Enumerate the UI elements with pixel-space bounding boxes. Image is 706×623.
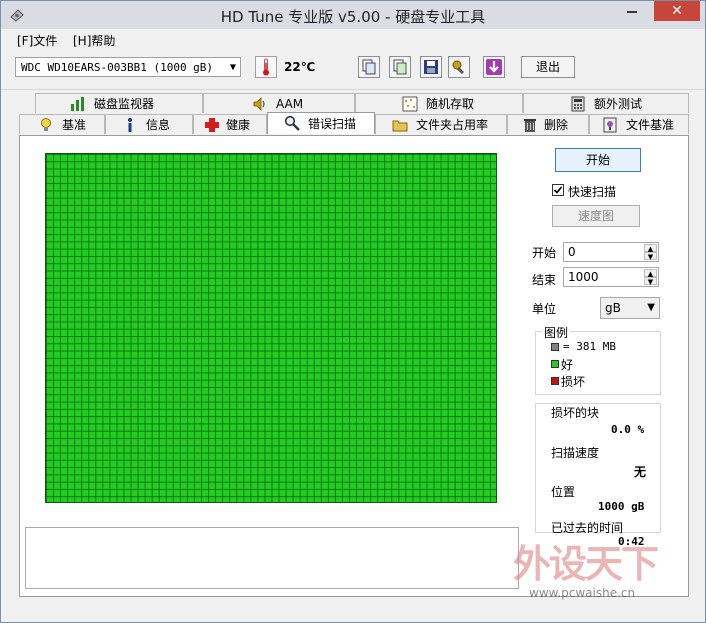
tab-disk-monitor[interactable]: 磁盘监视器 xyxy=(35,93,203,113)
legend-block-size: = 381 MB xyxy=(563,340,616,353)
legend-good-label: 好 xyxy=(561,358,574,372)
quick-scan-label[interactable]: 快速扫描 xyxy=(568,183,616,200)
end-position-input[interactable]: 1000 ▲ ▼ xyxy=(563,267,659,287)
magnifier-icon xyxy=(284,115,300,131)
tab-label: 文件夹占用率 xyxy=(416,118,489,132)
copy-image-icon xyxy=(393,59,407,75)
exit-button[interactable]: 退出 xyxy=(521,56,575,78)
chevron-down-icon: ▼ xyxy=(647,302,655,313)
tab-label: 随机存取 xyxy=(426,97,475,111)
damaged-blocks-label: 损坏的块 xyxy=(551,406,600,420)
tab-label: 健康 xyxy=(226,118,251,132)
file-benchmark-icon xyxy=(603,117,617,133)
checkmark-icon xyxy=(553,186,563,194)
quick-scan-checkbox[interactable] xyxy=(552,184,564,196)
tab-health[interactable]: 健康 xyxy=(193,114,267,134)
menu-file[interactable]: [F]文件 xyxy=(17,32,57,49)
tab-file-benchmark[interactable]: 文件基准 xyxy=(589,114,689,134)
down-arrow-icon xyxy=(486,59,502,75)
tab-label: 错误扫描 xyxy=(308,117,357,131)
spin-up-icon[interactable]: ▲ xyxy=(644,269,657,278)
scan-speed-label: 扫描速度 xyxy=(551,446,600,460)
tab-extra-tests[interactable]: 额外测试 xyxy=(523,93,689,113)
speaker-icon xyxy=(253,97,265,111)
menu-help[interactable]: [H]帮助 xyxy=(73,32,115,49)
tab-folder-usage[interactable]: 文件夹占用率 xyxy=(375,114,507,134)
end-position-value: 1000 xyxy=(568,270,599,284)
tab-label: 基准 xyxy=(62,118,87,132)
scan-log-box[interactable] xyxy=(25,527,519,589)
tab-error-scan[interactable]: 错误扫描 xyxy=(267,112,375,134)
minimize-icon xyxy=(627,11,637,13)
lightbulb-icon xyxy=(41,118,51,131)
end-position-label: 结束 xyxy=(532,273,557,287)
trash-icon xyxy=(524,119,536,132)
tab-label: 删除 xyxy=(544,118,569,132)
tab-info[interactable]: 信息 xyxy=(105,114,193,134)
scan-speed-value: 无 xyxy=(634,465,647,479)
unit-select[interactable]: gB ▼ xyxy=(600,297,660,319)
tab-random-access[interactable]: 随机存取 xyxy=(355,93,523,113)
window-title: HD Tune 专业版 v5.00 - 硬盘专业工具 xyxy=(220,8,486,26)
position-label: 位置 xyxy=(551,485,576,499)
start-position-input[interactable]: 0 ▲ ▼ xyxy=(563,242,659,262)
title-bar: HD Tune 专业版 v5.00 - 硬盘专业工具 ✕ xyxy=(1,1,705,29)
spin-down-icon[interactable]: ▼ xyxy=(644,252,657,261)
chevron-down-icon: ▼ xyxy=(229,62,236,73)
red-cross-icon xyxy=(205,118,219,132)
app-window: HD Tune 专业版 v5.00 - 硬盘专业工具 ✕ [F]文件 [H]帮助… xyxy=(0,0,706,623)
unit-select-value: gB xyxy=(605,301,621,315)
calculator-icon xyxy=(571,96,585,112)
legend-title: 图例 xyxy=(542,324,571,341)
save-button[interactable] xyxy=(420,56,442,78)
dotted-grid-icon xyxy=(402,96,418,112)
position-value: 1000 gB xyxy=(598,500,645,513)
menu-bar: [F]文件 [H]帮助 xyxy=(1,29,705,49)
damaged-blocks-value: 0.0 % xyxy=(611,423,645,436)
temperature-readout: 22℃ xyxy=(284,60,316,74)
watermark-logo: 外设天下 xyxy=(513,542,659,586)
info-icon xyxy=(128,118,132,132)
legend-block-swatch xyxy=(551,343,559,351)
tab-label: 额外测试 xyxy=(594,97,643,111)
speed-map-button[interactable]: 速度图 xyxy=(552,205,640,227)
tab-erase[interactable]: 删除 xyxy=(507,114,589,134)
close-button[interactable]: ✕ xyxy=(654,1,700,21)
start-position-value: 0 xyxy=(568,245,576,259)
download-button[interactable] xyxy=(483,56,505,78)
drive-select-value: WDC WD10EARS-003BB1 (1000 gB) xyxy=(21,61,214,74)
unit-label: 单位 xyxy=(532,302,557,316)
watermark-url: www.pcwaishe.cn xyxy=(529,586,636,600)
copy-text-button[interactable] xyxy=(358,56,380,78)
drive-select[interactable]: WDC WD10EARS-003BB1 (1000 gB) ▼ xyxy=(15,57,241,77)
wrench-gear-icon xyxy=(452,60,464,75)
start-scan-button[interactable]: 开始 xyxy=(555,148,641,172)
tab-label: 磁盘监视器 xyxy=(94,97,155,111)
start-position-label: 开始 xyxy=(532,246,557,260)
toolbar: WDC WD10EARS-003BB1 (1000 gB) ▼ 22℃ 退出 xyxy=(1,49,705,90)
floppy-disk-icon xyxy=(424,60,438,74)
legend-bad-swatch xyxy=(551,377,559,385)
legend-good-swatch xyxy=(551,360,559,368)
options-button[interactable] xyxy=(448,56,470,78)
folder-icon xyxy=(392,120,408,132)
tab-label: 信息 xyxy=(146,118,171,132)
tab-label: AAM xyxy=(276,97,304,111)
legend-bad-label: 损坏 xyxy=(561,375,586,389)
tab-aam[interactable]: AAM xyxy=(203,93,355,113)
tab-label: 文件基准 xyxy=(626,118,675,132)
thermometer-icon xyxy=(255,56,277,78)
bar-chart-icon xyxy=(71,97,84,111)
scan-block-map xyxy=(45,153,497,503)
spin-up-icon[interactable]: ▲ xyxy=(644,244,657,253)
tab-benchmark[interactable]: 基准 xyxy=(19,114,105,134)
minimize-button[interactable] xyxy=(618,1,646,21)
copy-icon xyxy=(362,59,376,75)
spin-down-icon[interactable]: ▼ xyxy=(644,277,657,286)
copy-screenshot-button[interactable] xyxy=(389,56,411,78)
